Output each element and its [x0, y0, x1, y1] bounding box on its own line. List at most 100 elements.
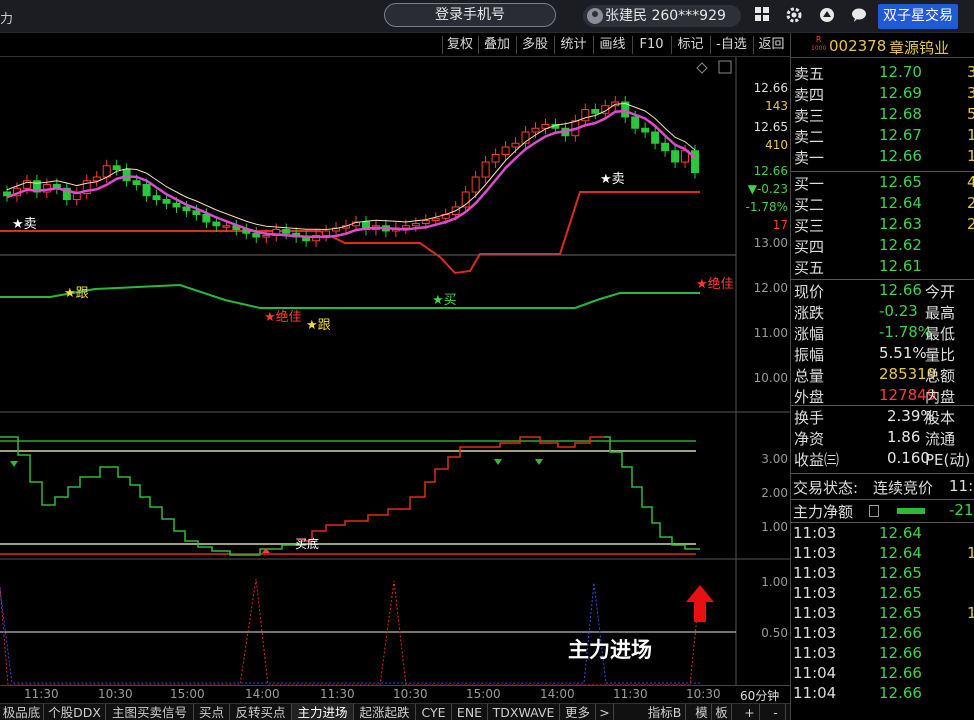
tab-indicator[interactable]: 主图买卖信号 — [106, 704, 194, 720]
bid-row[interactable]: 买四 12.62 — [791, 236, 974, 256]
tab-more[interactable]: 更多 — [560, 704, 596, 720]
chat-icon[interactable] — [849, 6, 869, 26]
zoom-in-button[interactable]: + — [740, 704, 760, 720]
tab-indicator-active[interactable]: 主力进场 — [292, 704, 354, 720]
quote-label-right: 流通 — [925, 430, 956, 448]
login-phone-button[interactable]: 登录手机号 — [384, 3, 556, 27]
zoom-out-button[interactable]: - — [766, 704, 786, 720]
quote-row[interactable]: 涨幅 -1.78% 最低 — [791, 323, 974, 343]
ask-row[interactable]: 卖五 12.70 3 — [791, 63, 974, 83]
tick-price: 12.64 — [879, 544, 922, 562]
ask-label: 卖一 — [794, 149, 825, 167]
time-label: 15:00 — [466, 687, 501, 701]
candle-body — [252, 232, 261, 238]
tick-row[interactable]: 11:03 12.66 — [791, 624, 974, 644]
template-button[interactable]: 板 — [712, 704, 732, 720]
tab-indicator[interactable]: 极品底 — [0, 704, 44, 720]
quote-row[interactable]: 现价 12.66 今开 — [791, 281, 974, 301]
axis-tick: 10.00 — [753, 371, 788, 385]
tab-indicator[interactable]: 反转买点 — [230, 704, 292, 720]
tick-row[interactable]: 11:04 12.66 — [791, 684, 974, 704]
kline-chart[interactable]: ★卖 ★卖 ★跟 ★跟 ★绝佳 ★绝佳 ★买 买底 主力进场 — [0, 57, 790, 685]
template-button[interactable]: 模 — [692, 704, 712, 720]
tab-indicator[interactable]: 起涨起跌 — [354, 704, 416, 720]
menu-fuquan[interactable]: 复权 — [442, 36, 477, 54]
grid-icon[interactable] — [752, 6, 772, 26]
tick-row[interactable]: 11:03 12.64 1 — [791, 544, 974, 564]
tick-row[interactable]: 11:04 12.66 — [791, 664, 974, 684]
candle-body — [132, 180, 141, 185]
trade-status-value: 连续竞价 — [873, 479, 934, 497]
menu-statistics[interactable]: 统计 — [554, 36, 592, 54]
ask-row[interactable]: 卖二 12.67 1 — [791, 126, 974, 146]
candle-body — [262, 235, 271, 238]
bid-volume: 2 — [967, 194, 974, 212]
stock-header: R 1000 002378 章源钨业 — [791, 33, 974, 58]
tick-row[interactable]: 11:03 12.66 — [791, 644, 974, 664]
quote-row[interactable]: 总量 285319 总额 — [791, 365, 974, 385]
quote-row[interactable]: 收益㈢ 0.160 PE(动) — [791, 449, 974, 469]
bid-row[interactable]: 买一 12.65 4 — [791, 173, 974, 193]
down-arrow-icon — [535, 459, 543, 465]
tick-row[interactable]: 11:03 12.65 1 — [791, 604, 974, 624]
tick-price: 12.65 — [879, 564, 922, 582]
quote-label: 收益㈢ — [794, 451, 840, 469]
menu-back[interactable]: 返回 — [753, 36, 789, 54]
tick-time: 11:03 — [793, 604, 837, 622]
main-net-value: -218 — [949, 501, 974, 519]
ask-row[interactable]: 卖四 12.69 3 — [791, 84, 974, 104]
time-label: 15:00 — [170, 687, 205, 701]
quote-row[interactable]: 外盘 127849 内盘 — [791, 386, 974, 406]
bid-row[interactable]: 买二 12.64 2 — [791, 194, 974, 214]
signal-follow-2: ★跟 — [306, 318, 331, 333]
quote-row[interactable]: 涨跌 -0.23 最高 — [791, 302, 974, 322]
candle-body — [192, 210, 201, 215]
quote-label-right: 内盘 — [925, 388, 956, 406]
tick-row[interactable]: 11:03 12.65 — [791, 584, 974, 604]
axis-tick: 2.00 — [761, 486, 788, 500]
axis-change: ▼-0.23 — [747, 182, 788, 196]
tab-indicator[interactable]: CYE — [416, 704, 452, 720]
diamond-icon[interactable] — [696, 62, 708, 74]
menu-mark[interactable]: 标记 — [671, 36, 709, 54]
tick-time: 11:03 — [793, 564, 837, 582]
time-label: 10:30 — [98, 687, 133, 701]
tab-indicator[interactable]: 买点 — [194, 704, 230, 720]
tick-row[interactable]: 11:03 12.64 — [791, 524, 974, 544]
menu-draw-line[interactable]: 画线 — [593, 36, 631, 54]
app-icon[interactable] — [817, 6, 837, 26]
period-selector[interactable]: 60分钟 — [740, 687, 779, 704]
gear-icon[interactable] — [784, 6, 804, 26]
time-label: 10:30 — [393, 687, 428, 701]
tab-indicator[interactable]: ENE — [452, 704, 488, 720]
user-account-dropdown[interactable]: 张建民 260***929 ▾ — [583, 5, 741, 46]
menu-f10[interactable]: F10 — [632, 36, 670, 54]
candle-body — [411, 223, 420, 227]
indicator-b-button[interactable]: 指标B — [644, 704, 686, 720]
divider — [791, 171, 974, 172]
tick-price: 12.65 — [879, 584, 922, 602]
chevron-right-icon[interactable]: > — [596, 704, 614, 720]
tab-indicator[interactable]: 个股DDX — [44, 704, 106, 720]
menu-add-watchlist[interactable]: -自选 — [710, 36, 752, 54]
axis-tick: 1.00 — [761, 575, 788, 589]
candle-body — [481, 161, 490, 178]
menu-multi-stock[interactable]: 多股 — [516, 36, 553, 54]
ask-row[interactable]: 卖三 12.68 5 — [791, 105, 974, 125]
tab-indicator[interactable]: TDXWAVE — [488, 704, 560, 720]
bid-row[interactable]: 买三 12.63 2 — [791, 215, 974, 235]
quote-row[interactable]: 振幅 5.51% 量比 — [791, 344, 974, 364]
document-icon[interactable] — [869, 505, 879, 517]
quote-row[interactable]: 换手 2.39% 股本 — [791, 407, 974, 427]
bid-row[interactable]: 买五 12.61 — [791, 257, 974, 277]
chart-panel-toggle-icon[interactable] — [718, 60, 732, 74]
down-arrow-icon — [10, 461, 18, 467]
dual-star-trade-button[interactable]: 双子星交易 — [878, 4, 958, 29]
main-force-entry-annotation: 主力进场 — [568, 638, 652, 662]
ask-row[interactable]: 卖一 12.66 1 — [791, 147, 974, 167]
tick-row[interactable]: 11:03 12.65 — [791, 564, 974, 584]
user-name: 张建民 260***929 — [605, 8, 726, 24]
quote-row[interactable]: 净资 1.86 流通 — [791, 428, 974, 448]
menu-overlay[interactable]: 叠加 — [478, 36, 515, 54]
quote-value: -0.23 — [879, 302, 918, 320]
